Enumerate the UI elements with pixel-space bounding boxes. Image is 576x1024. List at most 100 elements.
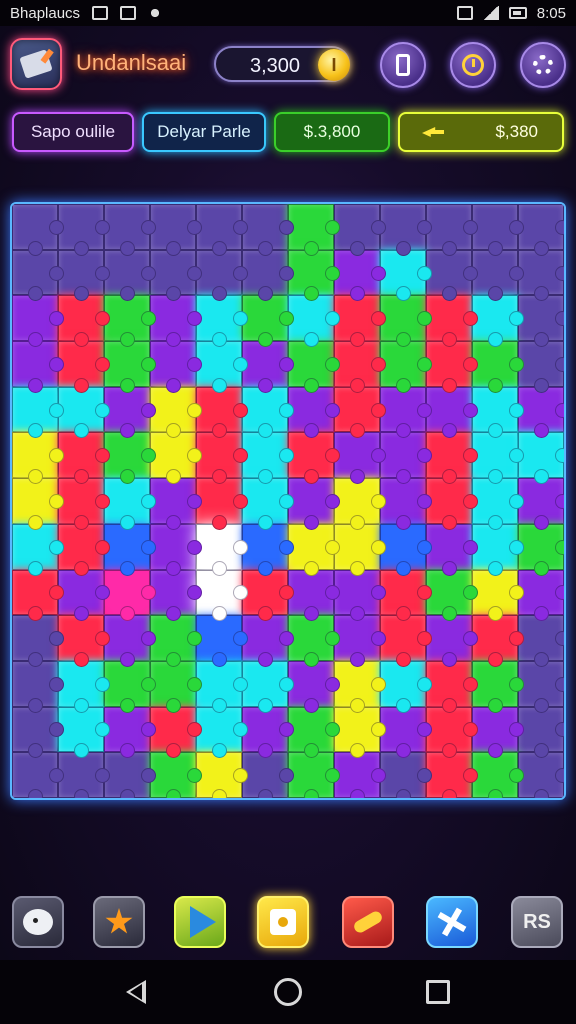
puzzle-piece[interactable] [150,706,202,758]
puzzle-piece[interactable] [104,204,156,256]
puzzle-piece[interactable] [242,204,294,256]
puzzle-piece[interactable] [380,249,432,302]
puzzle-piece[interactable] [58,249,110,302]
puzzle-piece[interactable] [12,204,64,256]
puzzle-piece[interactable] [380,660,432,713]
puzzle-piece[interactable] [104,660,156,713]
puzzle-piece[interactable] [12,386,64,439]
puzzle-piece[interactable] [288,249,340,302]
puzzle-piece[interactable] [12,615,64,667]
puzzle-piece[interactable] [150,386,202,439]
puzzle-piece[interactable] [242,752,294,798]
puzzle-piece[interactable] [58,660,110,713]
puzzle-piece[interactable] [380,615,432,667]
puzzle-piece[interactable] [196,523,248,576]
puzzle-piece[interactable] [12,295,64,347]
puzzle-piece[interactable] [426,660,478,713]
puzzle-piece[interactable] [150,204,202,256]
puzzle-piece[interactable] [242,660,294,713]
puzzle-piece[interactable] [196,295,248,347]
puzzle-piece[interactable] [334,432,386,484]
puzzle-piece[interactable] [12,478,64,530]
puzzle-piece[interactable] [288,523,340,576]
tools-button[interactable] [426,896,478,948]
puzzle-piece[interactable] [472,341,524,393]
puzzle-piece[interactable] [334,752,386,798]
puzzle-piece[interactable] [288,615,340,667]
puzzle-piece[interactable] [334,615,386,667]
puzzle-piece[interactable] [196,249,248,302]
puzzle-piece[interactable] [12,569,64,621]
puzzle-piece[interactable] [380,752,432,798]
puzzle-piece[interactable] [472,615,524,667]
puzzle-piece[interactable] [334,386,386,439]
puzzle-piece[interactable] [58,386,110,439]
puzzle-piece[interactable] [150,523,202,576]
puzzle-piece[interactable] [150,615,202,667]
puzzle-piece[interactable] [58,706,110,758]
puzzle-piece[interactable] [150,660,202,713]
tab-puzzle-mode[interactable]: Sapo oulile [12,112,134,152]
puzzle-piece[interactable] [242,523,294,576]
puzzle-piece[interactable] [104,752,156,798]
puzzle-piece[interactable] [380,569,432,621]
puzzle-piece[interactable] [58,432,110,484]
puzzle-piece[interactable] [334,249,386,302]
puzzle-piece[interactable] [196,386,248,439]
puzzle-piece[interactable] [242,295,294,347]
puzzle-piece[interactable] [104,478,156,530]
puzzle-piece[interactable] [472,432,524,484]
puzzle-piece[interactable] [380,295,432,347]
puzzle-piece[interactable] [426,204,478,256]
back-icon[interactable] [126,980,146,1004]
puzzle-piece[interactable] [472,706,524,758]
puzzle-piece[interactable] [58,615,110,667]
puzzle-piece[interactable] [518,615,564,667]
puzzle-piece[interactable] [150,295,202,347]
puzzle-piece[interactable] [150,341,202,393]
puzzle-piece[interactable] [288,752,340,798]
puzzle-piece[interactable] [288,204,340,256]
puzzle-piece[interactable] [12,432,64,484]
puzzle-piece[interactable] [380,478,432,530]
puzzle-piece[interactable] [518,432,564,484]
puzzle-piece[interactable] [518,249,564,302]
puzzle-piece[interactable] [104,341,156,393]
puzzle-piece[interactable] [196,432,248,484]
puzzle-piece[interactable] [58,569,110,621]
puzzle-piece[interactable] [288,478,340,530]
puzzle-piece[interactable] [518,523,564,576]
puzzle-piece[interactable] [150,432,202,484]
puzzle-piece[interactable] [426,386,478,439]
puzzle-piece[interactable] [426,752,478,798]
puzzle-piece[interactable] [150,569,202,621]
puzzle-piece[interactable] [12,249,64,302]
puzzle-piece[interactable] [472,204,524,256]
puzzle-piece[interactable] [518,706,564,758]
puzzle-piece[interactable] [288,432,340,484]
puzzle-piece[interactable] [242,615,294,667]
puzzle-piece[interactable] [242,706,294,758]
puzzle-piece[interactable] [288,386,340,439]
puzzle-piece[interactable] [196,204,248,256]
puzzle-piece[interactable] [150,752,202,798]
puzzle-piece[interactable] [104,249,156,302]
puzzle-piece[interactable] [104,615,156,667]
puzzle-piece[interactable] [426,569,478,621]
play-button[interactable] [174,896,226,948]
puzzle-piece[interactable] [58,204,110,256]
puzzle-piece[interactable] [380,204,432,256]
puzzle-piece[interactable] [288,341,340,393]
puzzle-piece[interactable] [472,752,524,798]
key-tool-button[interactable] [342,896,394,948]
puzzle-piece[interactable] [196,341,248,393]
puzzle-piece[interactable] [472,249,524,302]
puzzle-piece[interactable] [196,660,248,713]
puzzle-piece[interactable] [12,523,64,576]
puzzle-piece[interactable] [518,386,564,439]
puzzle-piece[interactable] [104,523,156,576]
puzzle-piece[interactable] [426,615,478,667]
puzzle-piece[interactable] [472,295,524,347]
puzzle-piece[interactable] [334,569,386,621]
puzzle-piece[interactable] [518,295,564,347]
